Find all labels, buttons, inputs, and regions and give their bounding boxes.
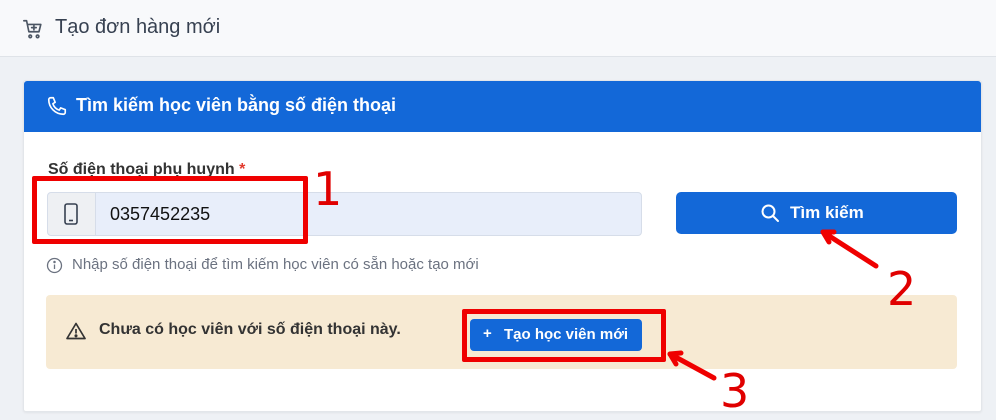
- annotation-arrows: [667, 229, 879, 381]
- annotation-arrow-2: [820, 229, 879, 269]
- annotation-arrow-3: [667, 350, 717, 381]
